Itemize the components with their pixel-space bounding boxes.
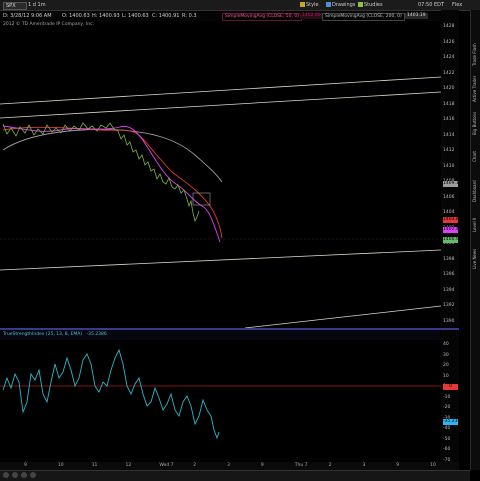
sma200-line [2, 129, 223, 183]
flex-button[interactable]: Flex [452, 0, 462, 10]
indicator-tick: 10 [443, 373, 449, 379]
indicator-tick: -40 [443, 426, 451, 431]
status-bar [0, 470, 470, 481]
price-tick: 1422 [443, 70, 455, 76]
studies-icon [358, 2, 363, 7]
indicator-tick: -50 [443, 436, 451, 442]
side-tab-live-news[interactable]: Live News [472, 244, 480, 274]
upper-trendline-2[interactable] [0, 91, 441, 119]
price-tick: 1392 [443, 303, 455, 308]
lower-trendline-2[interactable] [244, 305, 441, 328]
indicator-tick: -10 [443, 394, 451, 400]
time-tick: 2 [328, 463, 332, 468]
price-tick: 1418 [443, 101, 455, 107]
time-tick: 9 [260, 463, 264, 468]
price-tick: 1428 [443, 24, 455, 29]
time-tick: 9 [396, 463, 400, 468]
drawings-button[interactable]: Drawings [326, 0, 355, 10]
indicator-tick: 20 [443, 363, 449, 368]
side-tab-chart[interactable]: Chart [472, 142, 480, 172]
time-tick: 11 [91, 463, 98, 468]
price-chart[interactable] [0, 10, 441, 328]
price-tick: 1394 [443, 287, 455, 293]
indicator-badge-zero: 0 [443, 384, 458, 390]
drawings-label: Drawings [332, 2, 356, 8]
studies-label: Studies [364, 2, 383, 8]
price-tick: 1426 [443, 39, 455, 45]
price-axis: 1428 1426 1424 1422 1420 1418 1416 1414 1412 1410… [441, 10, 459, 327]
price-badge-sma200: 1409.19 [443, 181, 462, 187]
price-tick: 1420 [443, 86, 455, 91]
indicator-chart[interactable] [0, 330, 441, 462]
price-badge-fast: 1402.46 [443, 227, 462, 233]
period-label[interactable]: 1 d 1m [28, 0, 46, 10]
side-tab-dashboard[interactable]: Dashboard [472, 176, 480, 206]
price-badge-sma50: 1403.88 [443, 217, 462, 223]
indicator-tick: 40 [443, 342, 449, 347]
price-tick: 1396 [443, 272, 455, 277]
side-tab-level-ii[interactable]: Level II [472, 210, 480, 240]
price-tick: 1414 [443, 132, 455, 138]
pan-left-icon[interactable] [21, 472, 27, 478]
time-tick: 9 [24, 463, 27, 468]
indicator-axis: 403020100-10-20-30-40-50-60-70 [441, 330, 459, 463]
zoom-in-icon[interactable] [12, 472, 18, 478]
sma50-line [2, 126, 223, 239]
tsi-series [2, 348, 220, 440]
indicator-tick: -20 [443, 405, 451, 410]
clock: 07:50 EDT [418, 2, 445, 8]
time-tick: 3 [227, 463, 230, 468]
time-tick: 2 [193, 463, 197, 468]
price-tick: 1398 [443, 256, 455, 262]
time-tick: Thu 7 [294, 463, 308, 468]
studies-button[interactable]: Studies [358, 0, 383, 10]
side-tab-trade-flash[interactable]: Trade Flash [472, 40, 480, 70]
time-tick: 12 [125, 463, 132, 468]
price-tick: 1404 [443, 210, 455, 215]
indicator-tick: 30 [443, 352, 449, 358]
time-tick: 3 [362, 463, 366, 468]
price-tick: 1416 [443, 117, 455, 122]
style-icon [300, 2, 305, 7]
style-button[interactable]: Style [300, 0, 319, 10]
symbol-input[interactable]: SPX [3, 2, 27, 10]
time-axis: 9 10 11 12 Wed 7 2 3 9 Thu 7 2 3 9 10 [0, 462, 459, 470]
indicator-tick: -60 [443, 447, 451, 452]
symbol-value: SPX [6, 3, 16, 9]
style-label: Style [306, 2, 319, 8]
time-tick: 10 [430, 463, 436, 468]
price-tick: 1424 [443, 55, 455, 60]
side-panel: Trade Flash Active Trader Big Buttons Chart… [470, 10, 480, 470]
time-tick: Wed 7 [159, 463, 174, 468]
pan-right-icon[interactable] [30, 472, 36, 478]
time-tick: 10 [57, 463, 64, 468]
side-tab-active-trader[interactable]: Active Trader [472, 74, 480, 104]
price-tick: 1390 [443, 318, 455, 324]
drawings-icon [326, 2, 331, 7]
zoom-out-icon[interactable] [3, 472, 9, 478]
price-tick: 1410 [443, 163, 455, 169]
indicator-badge-value: -35.238 [443, 419, 461, 425]
price-tick: 1406 [443, 194, 455, 200]
upper-trendline[interactable] [0, 76, 441, 105]
side-tab-big-buttons[interactable]: Big Buttons [472, 108, 480, 138]
price-tick: 1412 [443, 148, 455, 153]
price-badge-last: 1400.93 [443, 237, 462, 243]
lower-trendline[interactable] [0, 249, 441, 271]
